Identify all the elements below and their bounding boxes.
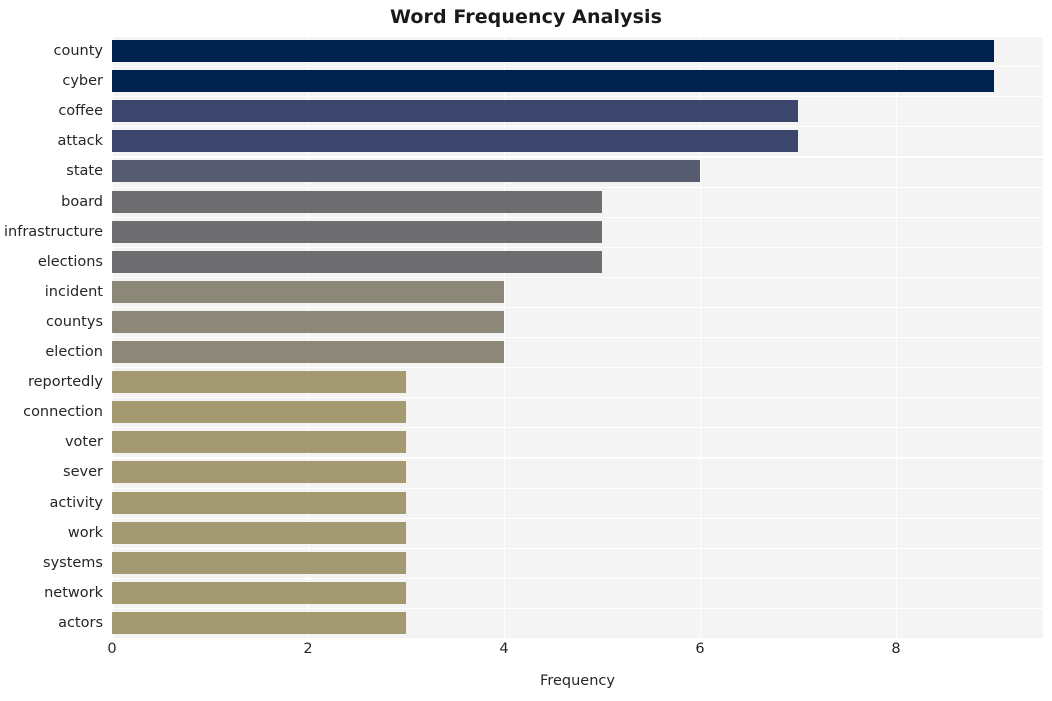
x-tick-label-8: 8 xyxy=(891,641,901,657)
row-separator xyxy=(112,397,1043,399)
row-separator xyxy=(112,66,1043,68)
x-axis-tick-labels: 0 2 4 6 8 xyxy=(107,641,1043,663)
bar-row xyxy=(112,577,1043,607)
y-tick-label-systems: systems xyxy=(43,554,103,571)
bar-state[interactable] xyxy=(112,160,700,183)
y-tick-label-activity: activity xyxy=(49,494,103,511)
bar-work[interactable] xyxy=(112,521,406,544)
y-tick-label-state: state xyxy=(66,163,103,180)
y-tick-label-attack: attack xyxy=(57,133,103,150)
bar-row xyxy=(112,276,1043,306)
y-axis-tick-labels: county cyber coffee attack state board infrast… xyxy=(0,36,103,638)
y-tick-label-reportedly: reportedly xyxy=(27,374,103,391)
bar-row xyxy=(112,337,1043,366)
row-separator xyxy=(112,337,1043,339)
bar-reportedly[interactable] xyxy=(112,371,406,394)
y-tick-label-election: election xyxy=(45,344,103,361)
bar-row xyxy=(112,457,1043,486)
row-separator xyxy=(112,367,1043,369)
y-tick-label-board: board xyxy=(61,193,103,210)
x-tick-label-0: 0 xyxy=(107,641,117,657)
bar-actors[interactable] xyxy=(112,611,406,634)
bar-row xyxy=(112,306,1043,336)
word-frequency-chart: Word Frequency Analysis county cyber coffe… xyxy=(0,0,1052,701)
row-separator xyxy=(112,517,1043,519)
bar-election[interactable] xyxy=(112,341,504,364)
bar-elections[interactable] xyxy=(112,250,602,273)
y-tick-label-coffee: coffee xyxy=(58,103,103,120)
bar-row xyxy=(112,66,1043,95)
row-separator xyxy=(112,427,1043,429)
bar-row xyxy=(112,36,1043,65)
bar-coffee[interactable] xyxy=(112,100,798,123)
bar-row xyxy=(112,216,1043,246)
y-tick-label-elections: elections xyxy=(37,253,103,270)
x-axis-label: Frequency xyxy=(540,673,615,689)
bar-row xyxy=(112,186,1043,216)
row-separator xyxy=(112,547,1043,549)
row-separator xyxy=(112,577,1043,579)
bar-countys[interactable] xyxy=(112,310,504,333)
row-separator xyxy=(112,457,1043,459)
x-tick-label-4: 4 xyxy=(499,641,509,657)
bar-systems[interactable] xyxy=(112,551,406,574)
y-tick-label-voter: voter xyxy=(64,434,103,451)
y-tick-label-actors: actors xyxy=(58,614,103,631)
bar-attack[interactable] xyxy=(112,130,798,153)
bar-row xyxy=(112,96,1043,125)
y-tick-label-county: county xyxy=(53,43,104,60)
bar-infrastructure[interactable] xyxy=(112,220,602,243)
y-tick-label-countys: countys xyxy=(45,313,103,330)
bar-activity[interactable] xyxy=(112,491,406,514)
y-tick-label-infrastructure: infrastructure xyxy=(4,223,103,240)
bar-row xyxy=(112,547,1043,577)
y-tick-label-sever: sever xyxy=(63,464,103,481)
row-separator xyxy=(112,156,1043,158)
plot-area xyxy=(112,36,1043,638)
row-separator xyxy=(112,216,1043,218)
bar-row xyxy=(112,517,1043,547)
chart-title: Word Frequency Analysis xyxy=(389,6,663,28)
bar-row xyxy=(112,487,1043,517)
row-separator xyxy=(112,96,1043,98)
row-separator xyxy=(112,607,1043,610)
x-tick-label-6: 6 xyxy=(695,641,705,657)
bar-row xyxy=(112,397,1043,426)
y-tick-label-incident: incident xyxy=(44,283,103,300)
y-tick-label-connection: connection xyxy=(23,404,103,421)
bar-cyber[interactable] xyxy=(112,70,994,93)
bar-network[interactable] xyxy=(112,581,406,604)
row-separator xyxy=(112,186,1043,188)
y-tick-label-network: network xyxy=(44,584,103,601)
bar-row xyxy=(112,367,1043,396)
bar-row xyxy=(112,607,1043,637)
bar-county[interactable] xyxy=(112,40,994,63)
bar-voter[interactable] xyxy=(112,431,406,454)
row-separator xyxy=(112,36,1043,38)
row-separator xyxy=(112,306,1043,309)
row-separator xyxy=(112,246,1043,248)
y-tick-label-work: work xyxy=(67,524,103,541)
bar-board[interactable] xyxy=(112,190,602,213)
bar-row xyxy=(112,156,1043,185)
bar-incident[interactable] xyxy=(112,280,504,303)
bar-row xyxy=(112,126,1043,155)
bar-sever[interactable] xyxy=(112,461,406,484)
row-separator xyxy=(112,276,1043,278)
bar-row xyxy=(112,246,1043,276)
bar-row xyxy=(112,427,1043,456)
bar-connection[interactable] xyxy=(112,401,406,424)
y-tick-label-cyber: cyber xyxy=(62,73,103,90)
row-separator xyxy=(112,126,1043,128)
x-tick-label-2: 2 xyxy=(303,641,313,657)
row-separator xyxy=(112,487,1043,489)
